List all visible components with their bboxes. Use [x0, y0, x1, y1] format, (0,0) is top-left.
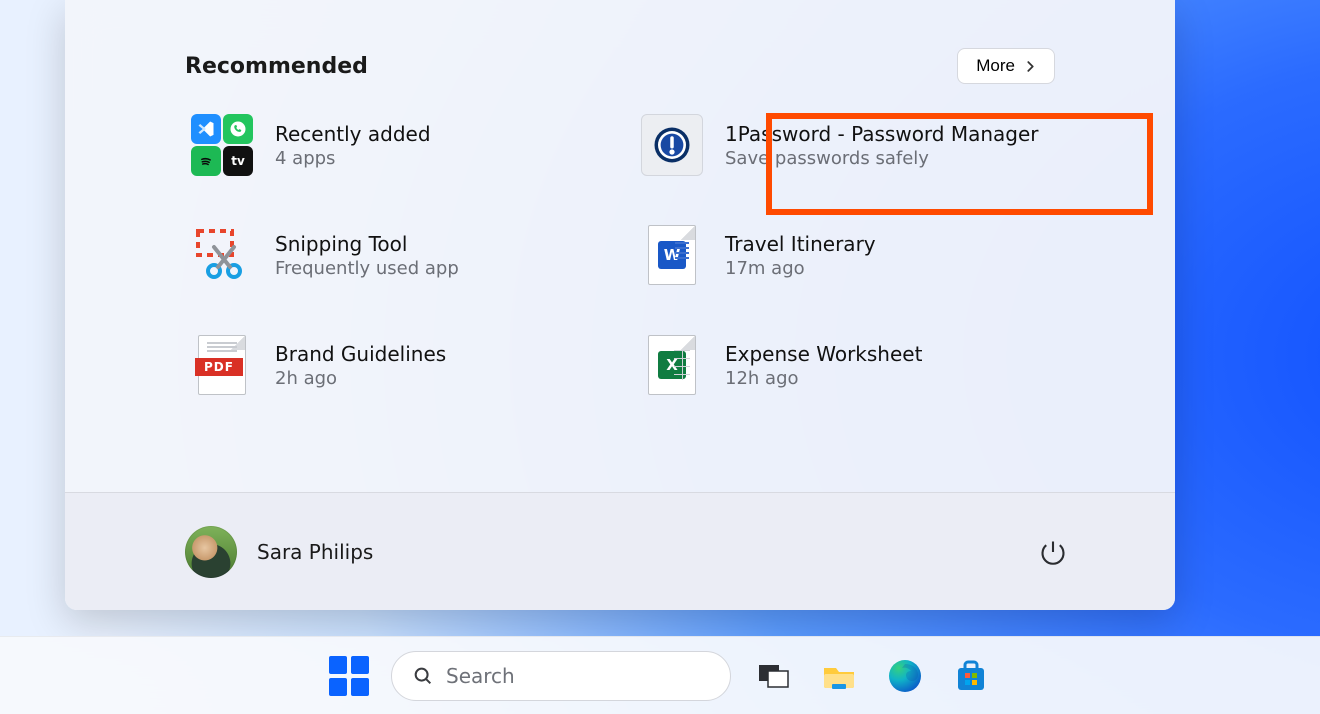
more-button[interactable]: More	[957, 48, 1055, 84]
search-icon	[412, 665, 434, 687]
rec-item-title: 1Password - Password Manager	[725, 122, 1039, 146]
recommended-recently-added[interactable]: tv Recently added 4 apps	[185, 108, 605, 182]
taskbar: Search	[0, 636, 1320, 714]
edge-icon	[885, 656, 925, 696]
spotify-icon	[196, 151, 216, 171]
start-button[interactable]	[325, 652, 373, 700]
whatsapp-icon	[228, 119, 248, 139]
recommended-header: Recommended More	[65, 0, 1175, 100]
recommended-snipping-tool[interactable]: Snipping Tool Frequently used app	[185, 218, 605, 292]
word-document-icon: W	[641, 224, 703, 286]
user-avatar-icon	[185, 526, 237, 578]
more-button-label: More	[976, 56, 1015, 76]
recommended-travel-itinerary[interactable]: W Travel Itinerary 17m ago	[635, 218, 1055, 292]
rec-item-sub: 17m ago	[725, 258, 876, 279]
edge-button[interactable]	[881, 652, 929, 700]
recommended-grid: tv Recently added 4 apps 1Password - Pas…	[65, 100, 1175, 402]
microsoft-store-icon	[951, 656, 991, 696]
rec-item-sub: 4 apps	[275, 148, 431, 169]
user-name-label: Sara Philips	[257, 540, 373, 564]
search-placeholder: Search	[446, 664, 515, 688]
rec-item-sub: 12h ago	[725, 368, 922, 389]
rec-item-sub: Frequently used app	[275, 258, 459, 279]
taskbar-search[interactable]: Search	[391, 651, 731, 701]
recommended-expense-worksheet[interactable]: X Expense Worksheet 12h ago	[635, 328, 1055, 402]
vscode-icon	[196, 119, 216, 139]
recommended-1password[interactable]: 1Password - Password Manager Save passwo…	[635, 108, 1055, 182]
excel-document-icon: X	[641, 334, 703, 396]
microsoft-store-button[interactable]	[947, 652, 995, 700]
recommended-title: Recommended	[185, 54, 368, 79]
task-view-button[interactable]	[749, 652, 797, 700]
user-account-button[interactable]: Sara Philips	[185, 526, 373, 578]
chevron-right-icon	[1025, 61, 1036, 72]
rec-item-sub: 2h ago	[275, 368, 446, 389]
snipping-tool-icon	[191, 224, 253, 286]
start-menu-footer: Sara Philips	[65, 492, 1175, 610]
rec-item-title: Brand Guidelines	[275, 342, 446, 366]
1password-icon	[641, 114, 703, 176]
rec-item-title: Recently added	[275, 122, 431, 146]
appletv-icon: tv	[231, 154, 245, 168]
rec-item-sub: Save passwords safely	[725, 148, 1039, 169]
rec-item-title: Travel Itinerary	[725, 232, 876, 256]
file-explorer-button[interactable]	[815, 652, 863, 700]
rec-item-title: Expense Worksheet	[725, 342, 922, 366]
rec-item-title: Snipping Tool	[275, 232, 459, 256]
windows-logo-icon	[329, 656, 369, 696]
file-explorer-icon	[819, 656, 859, 696]
power-button[interactable]	[1031, 530, 1075, 574]
power-icon	[1039, 538, 1067, 566]
start-menu-panel: Recommended More	[65, 0, 1175, 610]
pdf-document-icon: PDF	[191, 334, 253, 396]
recently-added-icon: tv	[191, 114, 253, 176]
recommended-brand-guidelines[interactable]: PDF Brand Guidelines 2h ago	[185, 328, 605, 402]
task-view-icon	[753, 656, 793, 696]
